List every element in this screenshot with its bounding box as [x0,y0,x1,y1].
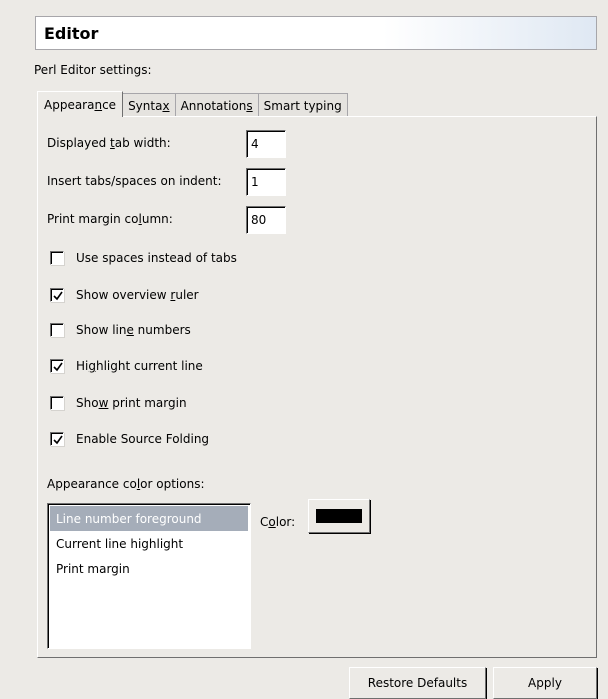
show-print-margin-row[interactable]: Show print margin [50,393,187,413]
tab-smart-typing[interactable]: Smart typing [258,93,348,117]
check-icon [53,362,63,372]
tab-mnemonic: n [94,97,103,112]
line-numbers-label: Show line numbers [76,323,191,337]
highlight-line-label: Highlight current line [76,359,203,373]
tab-label: Annotation [180,98,247,113]
tab-label: Smart typing [263,98,342,113]
indent-label: Insert tabs/spaces on indent: [47,174,222,188]
editor-header: Editor [35,16,597,50]
tab-width-input[interactable] [246,130,286,158]
tab-annotations[interactable]: Annotation s [175,93,259,117]
highlight-line-checkbox[interactable] [50,359,64,373]
source-folding-checkbox[interactable] [50,432,64,446]
use-spaces-checkbox[interactable] [50,251,64,265]
color-options-label: Appearance color options: [47,477,205,491]
restore-defaults-button[interactable]: Restore Defaults [349,667,486,699]
show-print-margin-label: Show print margin [76,396,187,410]
use-spaces-label: Use spaces instead of tabs [76,251,237,265]
tab-label: Appeara [44,97,95,112]
source-folding-row[interactable]: Enable Source Folding [50,429,209,449]
overview-ruler-label: Show overview ruler [76,288,199,302]
overview-ruler-checkbox[interactable] [50,288,64,302]
tab-label: Synta [128,98,163,113]
page-title: Editor [44,24,99,43]
color-picker-button[interactable] [308,499,370,533]
show-print-margin-checkbox[interactable] [50,396,64,410]
list-item[interactable]: Print margin [50,556,248,581]
print-margin-label: Print margin column: [47,212,173,226]
indent-input[interactable] [246,168,286,196]
tab-appearance[interactable]: Appeara n ce [37,91,124,117]
tab-syntax[interactable]: Synta x [123,93,176,117]
line-numbers-row[interactable]: Show line numbers [50,320,191,340]
print-margin-input[interactable] [246,206,286,234]
use-spaces-row[interactable]: Use spaces instead of tabs [50,248,237,268]
line-numbers-checkbox[interactable] [50,323,64,337]
tab-label: ce [102,97,117,112]
tab-mnemonic: x [162,98,170,113]
color-swatch [316,509,362,523]
check-icon [53,291,63,301]
highlight-line-row[interactable]: Highlight current line [50,356,203,376]
overview-ruler-row[interactable]: Show overview ruler [50,285,199,305]
check-icon [53,435,63,445]
tab-bar: Appeara n ce Synta x Annotation s Smart typi… [37,91,348,117]
list-item[interactable]: Line number foreground [50,506,248,531]
source-folding-label: Enable Source Folding [76,432,210,446]
color-options-list[interactable]: Line number foreground Current line high… [47,503,251,649]
color-label: Color: [260,515,296,529]
tab-width-label: Displayed tab width: [47,136,171,150]
appearance-panel: Displayed tab width: Insert tabs/spaces … [37,116,597,658]
settings-subtitle: Perl Editor settings: [34,63,152,77]
list-item[interactable]: Current line highlight [50,531,248,556]
apply-button[interactable]: Apply [493,667,597,699]
tab-mnemonic: s [246,98,253,113]
